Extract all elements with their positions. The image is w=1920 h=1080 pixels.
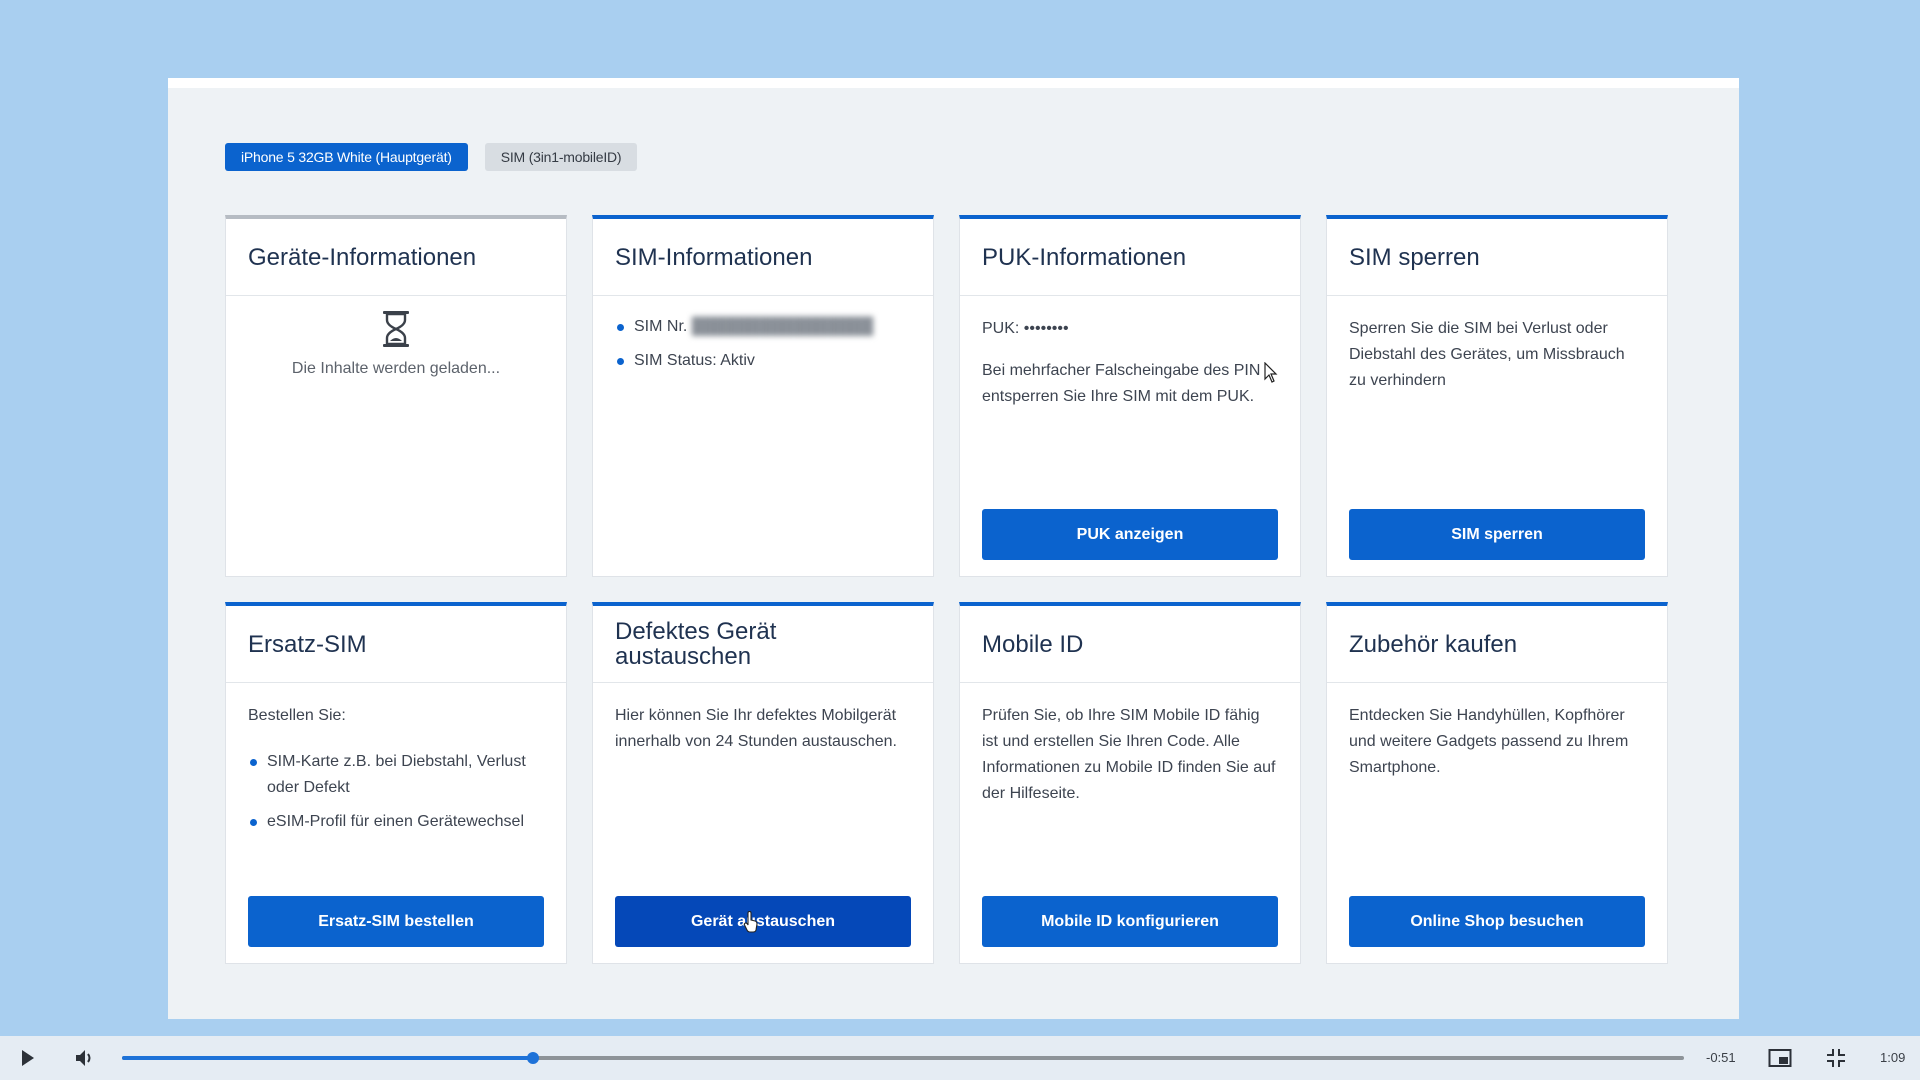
card-grid: Geräte-Informationen Die Inhalte werden …: [225, 215, 1668, 964]
ersatz-sim-bestellen-button[interactable]: Ersatz-SIM bestellen: [248, 896, 544, 947]
exit-fullscreen-icon[interactable]: [1826, 1048, 1846, 1068]
sim-number: SIM Nr. ████████████████: [615, 314, 911, 340]
geraet-austauschen-button[interactable]: Gerät austauschen: [615, 896, 911, 947]
sim-status: SIM Status: Aktiv: [615, 348, 911, 374]
card-sim-informationen: SIM-Informationen SIM Nr. ██████████████…: [592, 215, 934, 577]
card-puk-informationen: PUK-Informationen PUK: •••••••• Bei mehr…: [959, 215, 1301, 577]
sim-number-redacted: ████████████████: [691, 318, 874, 335]
ersatz-sim-intro: Bestellen Sie:: [248, 707, 346, 724]
device-tabs: iPhone 5 32GB White (Hauptgerät) SIM (3i…: [225, 143, 638, 171]
content-panel: iPhone 5 32GB White (Hauptgerät) SIM (3i…: [168, 78, 1739, 1019]
card-zubehoer-kaufen: Zubehör kaufen Entdecken Sie Handyhüllen…: [1326, 602, 1668, 964]
progress-handle[interactable]: [526, 1052, 539, 1064]
card-title: Ersatz-SIM: [248, 630, 367, 658]
card-title: SIM sperren: [1349, 243, 1480, 271]
card-title: PUK-Informationen: [982, 243, 1187, 271]
tab-sim-3in1[interactable]: SIM (3in1-mobileID): [484, 143, 638, 171]
card-title: Geräte-Informationen: [248, 243, 477, 271]
video-player-bar: -0:51 1:09: [0, 1036, 1920, 1080]
picture-in-picture-icon[interactable]: [1768, 1048, 1792, 1068]
card-title: Zubehör kaufen: [1349, 630, 1518, 658]
zubehoer-description: Entdecken Sie Handyhüllen, Kopfhörer und…: [1349, 707, 1629, 776]
mobile-id-konfigurieren-button[interactable]: Mobile ID konfigurieren: [982, 896, 1278, 947]
card-ersatz-sim: Ersatz-SIM Bestellen Sie: SIM-Karte z.B.…: [225, 602, 567, 964]
sim-details-list: SIM Nr. ████████████████ SIM Status: Akt…: [615, 314, 911, 374]
puk-anzeigen-button[interactable]: PUK anzeigen: [982, 509, 1278, 560]
time-remaining: -0:51: [1706, 1050, 1736, 1065]
card-title: SIM-Informationen: [615, 243, 813, 271]
hourglass-icon: [383, 311, 409, 347]
card-title: Defektes Gerät austauschen: [615, 618, 777, 670]
puk-value: PUK: ••••••••: [982, 320, 1069, 337]
volume-icon[interactable]: [74, 1048, 96, 1068]
tab-iphone-hauptgeraet[interactable]: iPhone 5 32GB White (Hauptgerät): [225, 143, 468, 171]
online-shop-besuchen-button[interactable]: Online Shop besuchen: [1349, 896, 1645, 947]
card-mobile-id: Mobile ID Prüfen Sie, ob Ihre SIM Mobile…: [959, 602, 1301, 964]
video-duration: 1:09: [1880, 1050, 1906, 1065]
list-item: eSIM-Profil für einen Gerätewechsel: [248, 809, 544, 835]
progress-fill: [122, 1056, 533, 1060]
list-item: SIM-Karte z.B. bei Diebstahl, Verlust od…: [248, 749, 544, 801]
sim-sperren-button[interactable]: SIM sperren: [1349, 509, 1645, 560]
puk-description: Bei mehrfacher Falscheingabe des PIN ent…: [982, 362, 1261, 405]
mobile-id-description: Prüfen Sie, ob Ihre SIM Mobile ID fähig …: [982, 707, 1276, 802]
ersatz-sim-options: SIM-Karte z.B. bei Diebstahl, Verlust od…: [248, 749, 544, 835]
loading-area: Die Inhalte werden geladen...: [226, 296, 566, 382]
card-defektes-geraet: Defektes Gerät austauschen Hier können S…: [592, 602, 934, 964]
sim-sperren-description: Sperren Sie die SIM bei Verlust oder Die…: [1349, 320, 1625, 389]
mouse-cursor-icon: [1264, 362, 1278, 383]
progress-bar[interactable]: [122, 1052, 1684, 1064]
hand-cursor-icon: [743, 911, 758, 933]
defektes-geraet-description: Hier können Sie Ihr defektes Mobilgerät …: [615, 707, 897, 750]
play-icon[interactable]: [20, 1049, 36, 1067]
loading-text: Die Inhalte werden geladen...: [291, 360, 501, 377]
card-title: Mobile ID: [982, 630, 1084, 658]
card-geraete-informationen: Geräte-Informationen Die Inhalte werden …: [225, 215, 567, 577]
card-sim-sperren: SIM sperren Sperren Sie die SIM bei Verl…: [1326, 215, 1668, 577]
